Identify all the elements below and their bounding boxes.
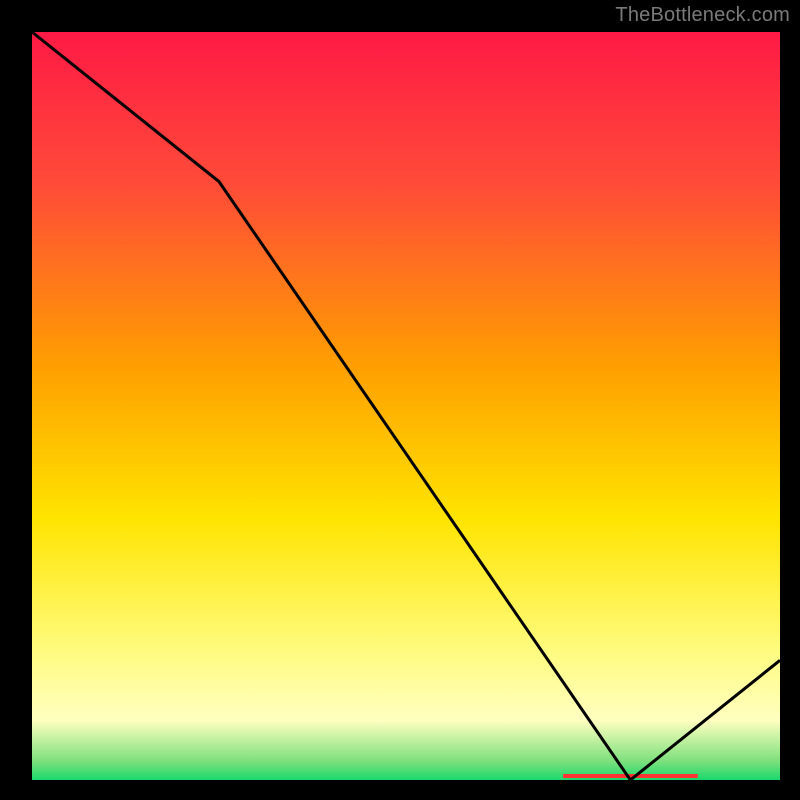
chart-container: TheBottleneck.com	[0, 0, 800, 800]
plot-background	[32, 32, 780, 780]
chart-svg	[0, 0, 800, 800]
